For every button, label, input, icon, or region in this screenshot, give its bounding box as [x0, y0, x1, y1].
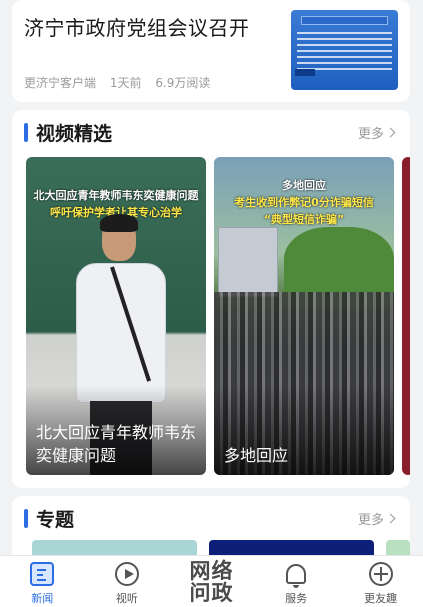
- nav-item-service[interactable]: 服务: [254, 556, 339, 607]
- video-card-title: 北大回应青年教师韦东奕健康问题: [36, 423, 197, 465]
- nav-item-fun[interactable]: 更友趣: [338, 556, 423, 607]
- bell-icon: [286, 564, 307, 588]
- bottom-nav: 新闻 视听 网络 问政 服务 更友趣: [0, 555, 423, 607]
- video-card-1[interactable]: 北大回应青年教师韦东奕健康问题 呼吁保护学者让其专心治学 北大回应青年教师韦东奕…: [26, 157, 206, 475]
- chevron-right-icon: [385, 513, 396, 524]
- video-overlay-caption: 多地回应 考生收到作弊记0分诈骗短信 “典型短信诈骗”: [214, 177, 394, 228]
- news-icon: [30, 562, 55, 586]
- nav-label: 服务: [285, 592, 308, 605]
- more-label: 更多: [357, 127, 384, 142]
- logo-line: 网络: [189, 559, 234, 583]
- section-accent-bar: [24, 508, 28, 528]
- video-card-title: 多地回应: [224, 446, 289, 465]
- news-title[interactable]: 济宁市政府党组会议召开: [24, 12, 250, 41]
- news-meta: 更济宁客户端 1天前 6.9万阅读: [24, 74, 220, 91]
- news-reads: 6.9万阅读: [155, 76, 211, 90]
- chevron-right-icon: [385, 127, 396, 138]
- more-label: 更多: [357, 513, 384, 528]
- news-thumbnail[interactable]: [291, 10, 398, 90]
- video-section-title: 视频精选: [36, 122, 113, 145]
- bell-icon-wrap: [284, 562, 308, 588]
- section-accent-bar: [24, 122, 28, 142]
- nav-item-news[interactable]: 新闻: [0, 556, 85, 607]
- nav-item-wenzheng[interactable]: 网络 问政: [169, 556, 254, 607]
- news-card[interactable]: 济宁市政府党组会议召开 更济宁客户端 1天前 6.9万阅读: [12, 0, 410, 102]
- nav-label: 更友趣: [364, 592, 398, 605]
- thumbnail-tag: [295, 69, 315, 76]
- overlay-line: 考生收到作弊记0分诈骗短信: [234, 196, 374, 209]
- logo-line: 问政: [189, 581, 234, 605]
- overlay-line: 多地回应: [282, 179, 326, 192]
- thumbnail-building: [218, 227, 278, 297]
- overlay-line: 北大回应青年教师韦东奕健康问题: [33, 189, 199, 202]
- video-more-link[interactable]: 更多: [357, 123, 396, 142]
- thumbnail-text-lines: [297, 32, 392, 74]
- thumbnail-banner: [301, 16, 388, 25]
- news-source: 更济宁客户端: [24, 76, 97, 90]
- video-section: 视频精选 更多 北大回应青年教师韦东奕健康问题 呼吁保护学者让其专心治学 北大回…: [12, 110, 410, 488]
- topic-section-header: 专题: [24, 506, 75, 531]
- nav-label: 新闻: [31, 592, 54, 605]
- wangluo-wenzheng-logo: 网络 问政: [189, 560, 233, 604]
- video-section-header: 视频精选: [24, 120, 113, 145]
- news-time: 1天前: [109, 76, 142, 90]
- overlay-line: “典型短信诈骗”: [263, 213, 345, 226]
- play-icon: [114, 562, 139, 586]
- nav-label: 视听: [115, 592, 138, 605]
- nav-item-video[interactable]: 视听: [85, 556, 170, 607]
- video-card-3-peek[interactable]: [402, 157, 410, 475]
- topic-section-title: 专题: [36, 508, 75, 531]
- video-card-2[interactable]: 多地回应 考生收到作弊记0分诈骗短信 “典型短信诈骗” 多地回应: [214, 157, 394, 475]
- topic-more-link[interactable]: 更多: [357, 509, 396, 528]
- aperture-icon: [368, 562, 393, 586]
